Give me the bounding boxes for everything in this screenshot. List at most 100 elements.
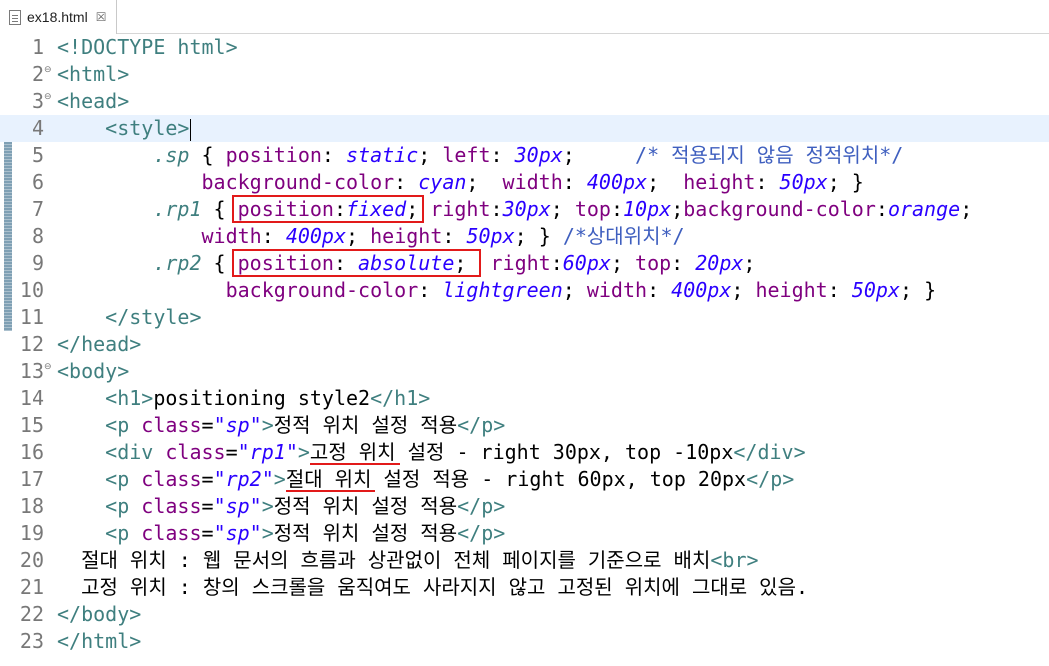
text-caret bbox=[190, 118, 192, 141]
code-text: .sp { position: static; left: 30px; /* 적… bbox=[57, 142, 903, 169]
code-line-22[interactable]: 22 </body> bbox=[0, 601, 1049, 628]
code-line-13[interactable]: 13 ⊖ <body> bbox=[0, 358, 1049, 385]
code-line-11[interactable]: 11 </style> bbox=[0, 304, 1049, 331]
code-token: 50px bbox=[466, 224, 515, 248]
code-line-20[interactable]: 20 절대 위치 : 웹 문서의 흐름과 상관없이 전체 페이지를 기준으로 배… bbox=[0, 547, 1049, 574]
code-line-17[interactable]: 17 <p class="rp2">절대 위치 설정 적용 - right 60… bbox=[0, 466, 1049, 493]
code-text: background-color: cyan; width: 400px; he… bbox=[57, 169, 864, 196]
code-token: lightgreen bbox=[442, 278, 563, 302]
code-token: 정적 위치 설정 적용 bbox=[273, 413, 458, 437]
code-line-15[interactable]: 15 <p class="sp">정적 위치 설정 적용</p> bbox=[0, 412, 1049, 439]
code-token: class bbox=[141, 494, 202, 518]
code-line-7[interactable]: 7 .rp1 { position:fixed; right:30px; top… bbox=[0, 196, 1049, 223]
code-token: <!DOCTYPE html> bbox=[57, 35, 238, 59]
code-token: height bbox=[683, 170, 756, 194]
line-number: 21 bbox=[19, 575, 44, 599]
code-token: ; bbox=[743, 251, 756, 275]
code-token: ; bbox=[418, 143, 443, 167]
code-text: 절대 위치 : 웹 문서의 흐름과 상관없이 전체 페이지를 기준으로 배치<b… bbox=[57, 547, 758, 574]
code-token: .sp bbox=[153, 143, 190, 167]
close-icon[interactable]: ☒ bbox=[96, 10, 107, 24]
code-line-18[interactable]: 18 <p class="sp">정적 위치 설정 적용</p> bbox=[0, 493, 1049, 520]
code-token: ; bbox=[960, 197, 973, 221]
code-line-19[interactable]: 19 <p class="sp">정적 위치 설정 적용</p> bbox=[0, 520, 1049, 547]
line-number: 16 bbox=[19, 440, 44, 464]
code-line-14[interactable]: 14 <h1>positioning style2</h1> bbox=[0, 385, 1049, 412]
code-line-6[interactable]: 6 background-color: cyan; width: 400px; … bbox=[0, 169, 1049, 196]
line-number: 22 bbox=[19, 602, 44, 626]
code-editor[interactable]: 1 <!DOCTYPE html> 2 ⊖ <html> 3 ⊖ <head> 4 <style… bbox=[0, 34, 1049, 666]
code-line-8[interactable]: 8 width: 400px; height: 50px; } /*상대위치*/ bbox=[0, 223, 1049, 250]
code-token: : bbox=[333, 251, 359, 275]
code-token: : bbox=[610, 197, 624, 221]
code-text: <head> bbox=[57, 88, 129, 115]
code-line-21[interactable]: 21 고정 위치 : 창의 스크롤을 움직여도 사라지지 않고 고정된 위치에 … bbox=[0, 574, 1049, 601]
line-number: 9 bbox=[31, 251, 44, 275]
code-token: <div bbox=[105, 440, 166, 464]
code-token: </p> bbox=[457, 413, 506, 437]
code-token: </head> bbox=[57, 332, 142, 356]
code-token: : bbox=[321, 143, 346, 167]
code-token: ; bbox=[610, 251, 636, 275]
code-line-5[interactable]: 5 .sp { position: static; left: 30px; /*… bbox=[0, 142, 1049, 169]
fold-toggle-icon[interactable]: ⊖ bbox=[44, 61, 52, 80]
code-token: ; bbox=[466, 170, 503, 194]
code-token: > bbox=[261, 494, 274, 518]
code-token: class bbox=[141, 467, 202, 491]
code-token: fixed bbox=[346, 197, 407, 221]
code-token: { bbox=[201, 197, 238, 221]
line-number: 1 bbox=[31, 35, 44, 59]
code-token: <body> bbox=[57, 359, 130, 383]
code-token: </p> bbox=[457, 494, 506, 518]
code-text: 고정 위치 : 창의 스크롤을 움직여도 사라지지 않고 고정된 위치에 그대로… bbox=[57, 574, 808, 601]
code-token: 20px bbox=[695, 251, 744, 275]
code-token: ; bbox=[406, 197, 431, 221]
fold-toggle-icon[interactable]: ⊖ bbox=[44, 88, 52, 107]
code-line-3[interactable]: 3 ⊖ <head> bbox=[0, 88, 1049, 115]
code-line-2[interactable]: 2 ⊖ <html> bbox=[0, 61, 1049, 88]
code-token: : bbox=[418, 278, 443, 302]
code-line-10[interactable]: 10 background-color: lightgreen; width: … bbox=[0, 277, 1049, 304]
code-token: > bbox=[261, 521, 274, 545]
line-number: 13 bbox=[19, 359, 44, 383]
code-token: ; bbox=[562, 278, 587, 302]
code-token: = bbox=[225, 440, 238, 464]
code-text: <div class="rp1">고정 위치 설정 - right 30px, … bbox=[57, 439, 805, 466]
code-token: class bbox=[141, 521, 202, 545]
code-token: ; bbox=[550, 197, 575, 221]
code-line-1[interactable]: 1 <!DOCTYPE html> bbox=[0, 34, 1049, 61]
tab-ex18-html[interactable]: ex18.html ☒ bbox=[0, 0, 117, 34]
code-token: </h1> bbox=[370, 386, 431, 410]
code-token: ; bbox=[454, 251, 491, 275]
code-line-23[interactable]: 23 </html> bbox=[0, 628, 1049, 655]
code-token: : bbox=[261, 224, 286, 248]
code-token: <html> bbox=[57, 62, 130, 86]
code-token: width bbox=[586, 278, 648, 302]
fold-toggle-icon[interactable]: ⊖ bbox=[44, 358, 52, 377]
code-token: 400px bbox=[285, 224, 347, 248]
code-token: <head> bbox=[57, 89, 130, 113]
line-number: 18 bbox=[19, 494, 44, 518]
code-line-12[interactable]: 12 </head> bbox=[0, 331, 1049, 358]
code-token: > bbox=[261, 413, 274, 437]
code-token: 400px bbox=[586, 170, 648, 194]
code-line-16[interactable]: 16 <div class="rp1">고정 위치 설정 - right 30p… bbox=[0, 439, 1049, 466]
code-line-4[interactable]: 4 <style> bbox=[0, 115, 1049, 142]
code-line-9[interactable]: 9 .rp2 { position: absolute; right:60px;… bbox=[0, 250, 1049, 277]
code-token: /*상대위치*/ bbox=[562, 224, 685, 248]
code-token: "sp" bbox=[213, 521, 262, 545]
code-token: : bbox=[647, 278, 672, 302]
code-text: <style> bbox=[57, 115, 192, 142]
code-token: <p bbox=[105, 521, 142, 545]
code-token: > bbox=[273, 467, 286, 491]
code-token: "sp" bbox=[213, 494, 262, 518]
code-token: : bbox=[550, 251, 563, 275]
code-token: cyan bbox=[418, 170, 467, 194]
code-token: : bbox=[490, 143, 515, 167]
code-token: <p bbox=[105, 494, 142, 518]
